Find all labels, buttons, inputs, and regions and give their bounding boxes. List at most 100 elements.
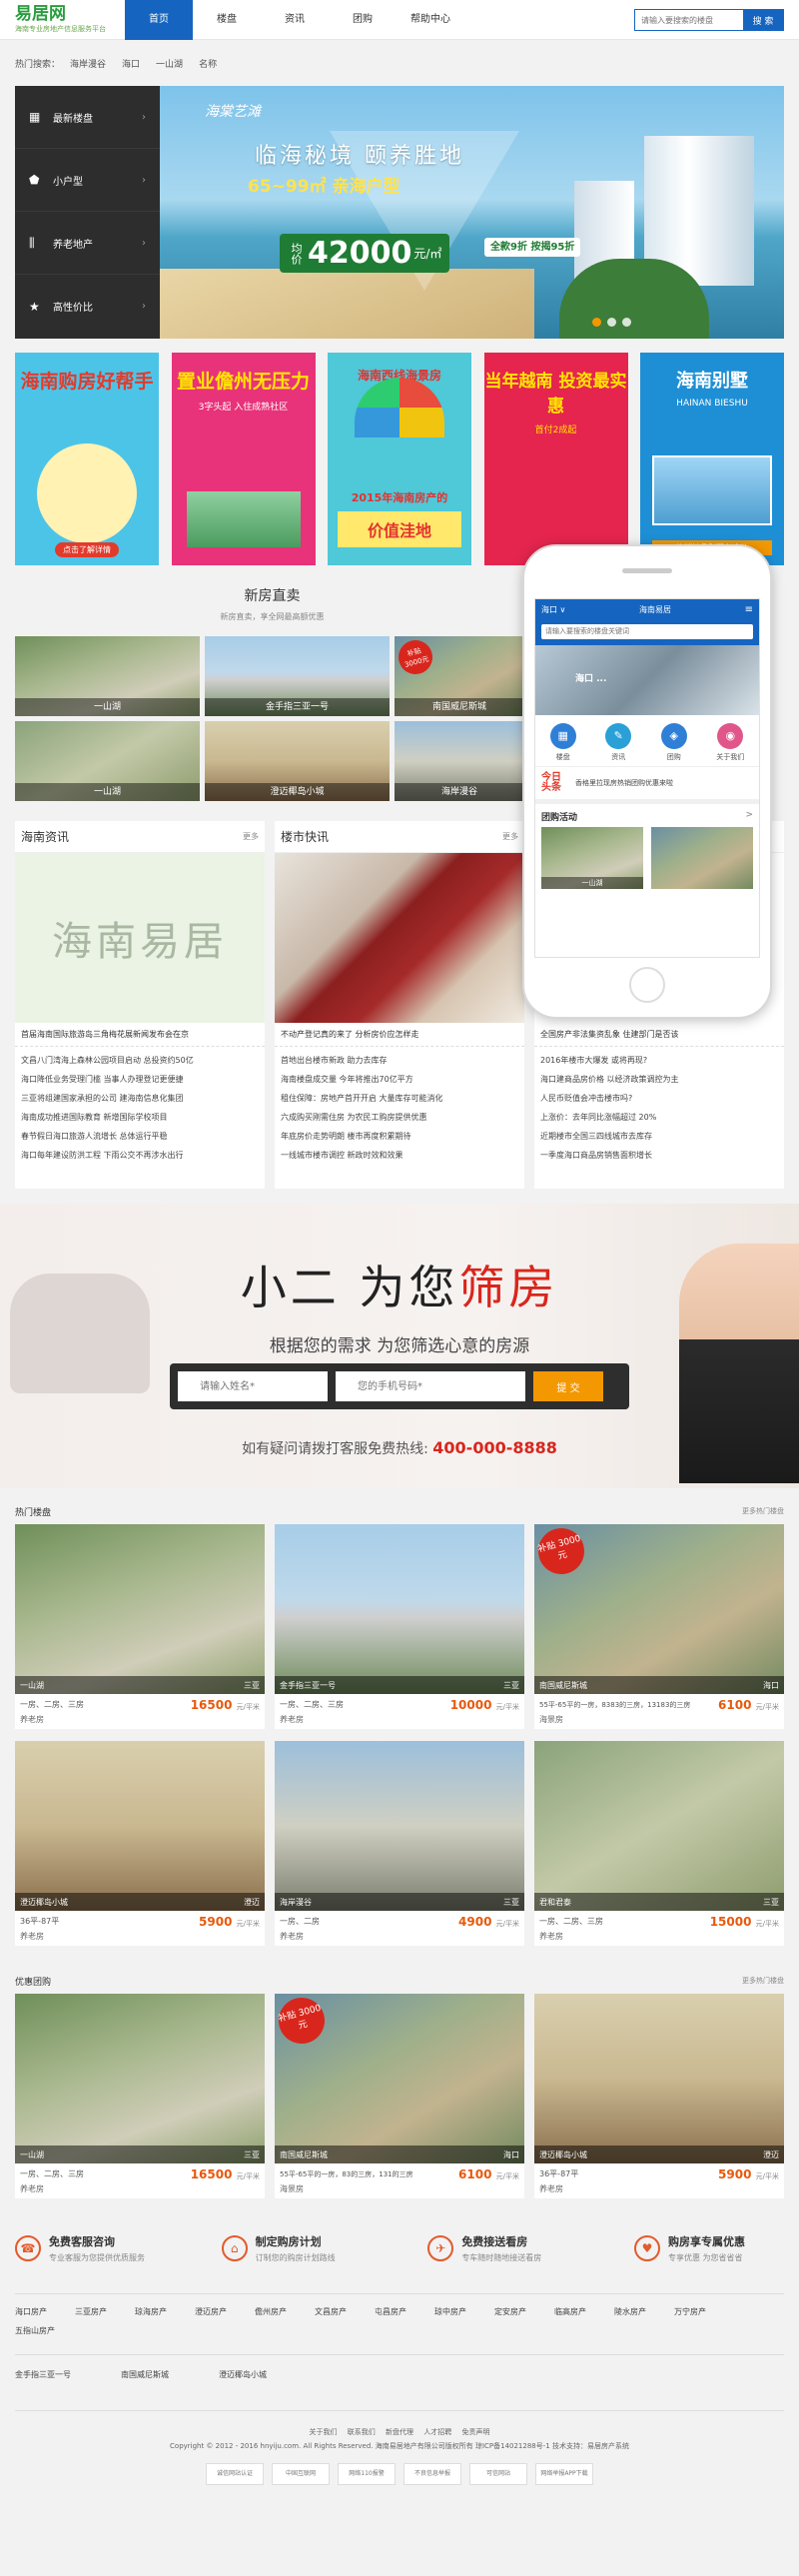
search-input[interactable]	[635, 10, 743, 30]
news-item[interactable]: 三亚将组建国家承担的公司 建海南信息化集团	[21, 1089, 259, 1108]
listing-card[interactable]: 澄迈椰岛小城 澄迈 36平-87平 5900 元/平米 养老房	[534, 1994, 784, 2198]
poster-4[interactable]: 当年越南 投资最实惠 首付2成起	[483, 353, 628, 565]
more-link[interactable]: 更多	[502, 831, 518, 842]
nav-buildings[interactable]: 楼盘	[193, 0, 261, 40]
news-item[interactable]: 一季度海口商品房销售面积增长	[540, 1146, 778, 1165]
app-nav-group[interactable]: ◈ 团购	[660, 722, 687, 762]
chevron-right-icon[interactable]: >	[745, 810, 753, 823]
listing-card[interactable]: 一山湖 三亚 一房、二房、三房 16500 元/平米 养老房	[15, 1994, 265, 2198]
news-item[interactable]: 海南成功推进国际教育 新增国际学校项目	[21, 1108, 259, 1127]
newhouse-tile[interactable]: 海岸漫谷	[395, 721, 524, 801]
feature-item[interactable]: ⌂ 制定购房计划 订制您的购房计划路线	[221, 2233, 411, 2263]
news-item[interactable]: 海口每年建设防洪工程 下雨公交不再涉水出行	[21, 1146, 259, 1165]
news-item[interactable]: 年底房价走势明朗 楼市再度积累期待	[281, 1127, 518, 1146]
name-field[interactable]	[178, 1371, 328, 1401]
listing-card[interactable]: 金手指三亚一号 三亚 一房、二房、三房 10000 元/平米 养老房	[275, 1524, 524, 1729]
category-latest[interactable]: ▦ 最新楼盘 ›	[15, 86, 160, 149]
city-link[interactable]: 陵水房产	[614, 2306, 670, 2317]
nav-group-buy[interactable]: 团购	[329, 0, 397, 40]
hot-search-link[interactable]: 一山湖	[156, 57, 183, 70]
listing-card[interactable]: 海岸漫谷 三亚 一房、二房 4900 元/平米 养老房	[275, 1741, 524, 1946]
news-item[interactable]: 海口降低业务受理门槛 当事人办理登记更便捷	[21, 1070, 259, 1089]
friend-link[interactable]: 澄迈椰岛小城	[219, 2369, 267, 2380]
news-image[interactable]	[275, 853, 524, 1023]
news-item[interactable]: 文昌八门湾海上森林公园项目启动 总投资约50亿	[21, 1051, 259, 1070]
app-nav-news[interactable]: ✎ 资讯	[605, 722, 632, 762]
carousel-dot[interactable]	[607, 318, 616, 327]
poster-1[interactable]: 海南购房好帮手 点击了解详情	[15, 353, 159, 565]
more-link[interactable]: 更多热门楼盘	[742, 1976, 784, 1986]
trust-badge[interactable]: 不良信息举报	[403, 2463, 461, 2485]
site-logo[interactable]: 易居网 海南专业房地产信息服务平台	[15, 6, 125, 34]
feature-item[interactable]: ☎ 免费客服咨询 专业客服为您提供优质服务	[15, 2233, 205, 2263]
news-item[interactable]: 上涨价：去年同比涨幅超过 20%	[540, 1108, 778, 1127]
search-button[interactable]: 搜 索	[743, 10, 783, 30]
app-headline[interactable]: 今日头条 香格里拉现房热销团购优惠来啦	[535, 765, 759, 804]
carousel-dot[interactable]	[592, 318, 601, 327]
app-city-select[interactable]: 海口 ∨	[541, 604, 565, 615]
news-lead[interactable]: 不动产登记真的来了 分析房价应怎样走	[275, 1023, 524, 1047]
city-link[interactable]: 澄迈房产	[195, 2306, 251, 2317]
city-link[interactable]: 琼中房产	[434, 2306, 490, 2317]
footer-link[interactable]: 新盘代理	[386, 2428, 413, 2436]
news-item[interactable]: 人民币贬值会冲击楼市吗?	[540, 1089, 778, 1108]
newhouse-tile[interactable]: 一山湖	[15, 721, 200, 801]
hero-banner[interactable]: 海棠艺滩 临海秘境 颐养胜地 65~99㎡ 亲海户型 均价 42000 元/㎡ 全款…	[160, 86, 784, 339]
category-value[interactable]: ★ 高性价比 ›	[15, 275, 160, 338]
nav-help[interactable]: 帮助中心	[397, 0, 464, 40]
city-link[interactable]: 屯昌房产	[375, 2306, 430, 2317]
app-group-item[interactable]	[651, 826, 753, 889]
more-link[interactable]: 更多	[243, 831, 259, 842]
city-link[interactable]: 万宁房产	[674, 2306, 730, 2317]
poster-5[interactable]: 海南别墅HAINAN BIESHU热销精品别墅在这儿	[640, 353, 784, 565]
friend-link[interactable]: 金手指三亚一号	[15, 2369, 71, 2380]
category-retirement[interactable]: ⫼ 养老地产 ›	[15, 212, 160, 275]
feature-item[interactable]: ♥ 购房享专属优惠 专享优惠 为您省省省	[633, 2233, 784, 2263]
newhouse-tile[interactable]: 金手指三亚一号	[205, 636, 390, 716]
listing-card[interactable]: 补贴 3000元 南国威尼斯城 海口 55平-65平的一房，8383的三房，13183…	[532, 1522, 784, 1729]
news-item[interactable]: 一线城市楼市调控 新政时效和效果	[281, 1146, 518, 1165]
more-link[interactable]: 更多热门楼盘	[742, 1506, 784, 1516]
category-small[interactable]: ⬟ 小户型 ›	[15, 149, 160, 212]
listing-card[interactable]: 一山湖 三亚 一房、二房、三房 16500 元/平米 养老房	[15, 1524, 265, 1729]
news-item[interactable]: 首地出台楼市新政 助力去库存	[281, 1051, 518, 1070]
news-image[interactable]: 海南易居	[15, 853, 265, 1023]
menu-icon[interactable]: ≡	[745, 604, 753, 615]
app-search-input[interactable]	[541, 623, 753, 639]
news-item[interactable]: 租住保障：房地产首开开启 大量库存可能消化	[281, 1089, 518, 1108]
nav-news[interactable]: 资讯	[261, 0, 329, 40]
city-link[interactable]: 五指山房产	[15, 2325, 71, 2336]
news-item[interactable]: 近期楼市全国三四线城市去库存	[540, 1127, 778, 1146]
hotline-number[interactable]: 400-000-8888	[432, 1438, 557, 1457]
hot-search-link[interactable]: 名称	[199, 57, 217, 70]
footer-link[interactable]: 人才招聘	[423, 2428, 451, 2436]
trust-badge[interactable]: 网络举报APP下载	[535, 2463, 593, 2485]
trust-badge[interactable]: 可信网站	[469, 2463, 527, 2485]
poster-3[interactable]: 海南西线海景房 2015年海南房产的 价值洼地	[328, 353, 471, 565]
city-link[interactable]: 文昌房产	[315, 2306, 371, 2317]
hot-search-link[interactable]: 海岸漫谷	[70, 57, 106, 70]
nav-home[interactable]: 首页	[125, 0, 193, 40]
newhouse-tile[interactable]: 一山湖	[15, 636, 200, 716]
carousel-dot[interactable]	[622, 318, 631, 327]
footer-link[interactable]: 联系我们	[348, 2428, 376, 2436]
news-item[interactable]: 春节假日海口旅游人流增长 总体运行平稳	[21, 1127, 259, 1146]
phone-field[interactable]	[336, 1371, 525, 1401]
listing-card[interactable]: 补贴 3000元 南国威尼斯城 海口 55平-65平的一房，83的三房，131的三房 6…	[273, 1992, 524, 2198]
city-link[interactable]: 三亚房产	[75, 2306, 131, 2317]
newhouse-tile[interactable]: 补贴 3000元 南国威尼斯城	[395, 636, 524, 716]
trust-badge[interactable]: 诚信网站认证	[206, 2463, 264, 2485]
city-link[interactable]: 儋州房产	[255, 2306, 311, 2317]
app-nav-buildings[interactable]: ▦ 楼盘	[549, 722, 576, 762]
news-lead[interactable]: 全国房产非法集资乱象 住建部门是否该	[534, 1023, 784, 1047]
city-link[interactable]: 定安房产	[494, 2306, 550, 2317]
app-group-item[interactable]: 一山湖	[541, 826, 643, 889]
footer-link[interactable]: 关于我们	[310, 2428, 338, 2436]
listing-card[interactable]: 君和君泰 三亚 一房、二房、三房 15000 元/平米 养老房	[534, 1741, 784, 1946]
news-item[interactable]: 六成购买刚需住房 为农民工购房提供优惠	[281, 1108, 518, 1127]
listing-card[interactable]: 澄迈椰岛小城 澄迈 36平-87平 5900 元/平米 养老房	[15, 1741, 265, 1946]
poster-2[interactable]: 置业儋州无压力 3字头起 入住成熟社区	[171, 353, 316, 565]
trust-badge[interactable]: 网络110报警	[338, 2463, 396, 2485]
friend-link[interactable]: 南国威尼斯城	[121, 2369, 169, 2380]
news-item[interactable]: 海口建商品房价格 以经济政策调控为主	[540, 1070, 778, 1089]
